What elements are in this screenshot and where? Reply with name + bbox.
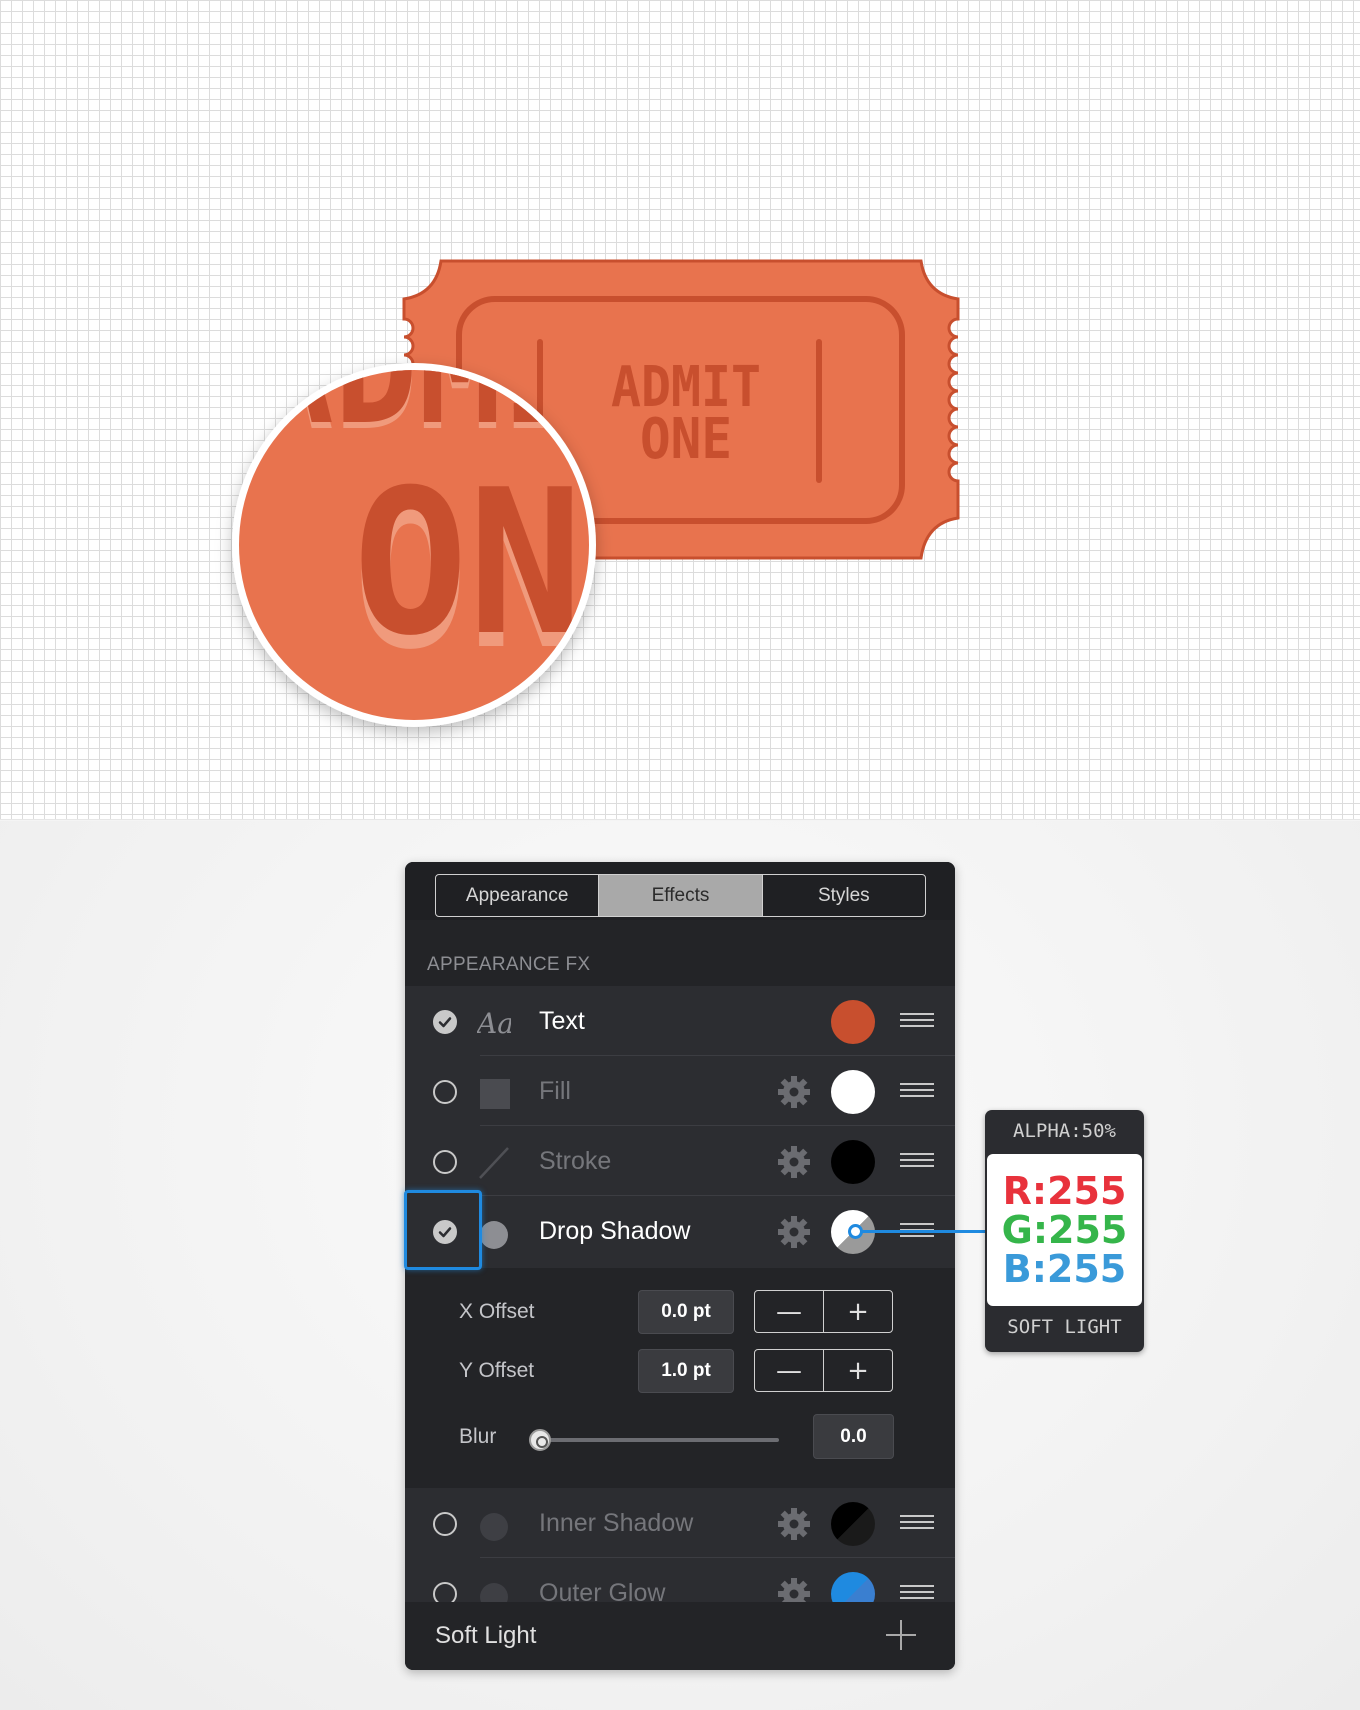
appearance-panel: Appearance Effects Styles APPEARANCE FX … xyxy=(405,862,955,1670)
drag-handle-icon[interactable] xyxy=(900,1083,934,1099)
tab-appearance[interactable]: Appearance xyxy=(436,875,600,916)
section-title: APPEARANCE FX xyxy=(427,954,591,975)
stroke-line-icon xyxy=(479,1147,509,1179)
callout-red-value: R:255 xyxy=(1002,1169,1127,1213)
tab-segmented-control: Appearance Effects Styles xyxy=(435,874,926,917)
shadow-settings: X Offset 0.0 pt — + Y Offset 1.0 pt — + … xyxy=(405,1268,955,1488)
fill-color-swatch[interactable] xyxy=(831,1070,875,1114)
text-aa-icon: Aa xyxy=(477,1007,511,1040)
tab-styles[interactable]: Styles xyxy=(763,875,925,916)
fx-row-inner-shadow[interactable]: Inner Shadow xyxy=(405,1488,955,1558)
svg-text:Aa: Aa xyxy=(477,1007,511,1040)
drag-handle-icon[interactable] xyxy=(900,1585,934,1601)
fx-row-fill[interactable]: Fill xyxy=(405,1056,955,1126)
drag-handle-icon[interactable] xyxy=(900,1515,934,1531)
stroke-checkbox[interactable] xyxy=(433,1150,457,1174)
inner-shadow-color-swatch[interactable] xyxy=(831,1502,875,1546)
callout-anchor-dot xyxy=(848,1224,863,1239)
tab-strip: Appearance Effects Styles xyxy=(405,862,955,920)
ticket-line-2: ONE xyxy=(640,407,732,472)
inner-shadow-checkbox[interactable] xyxy=(433,1512,457,1536)
callout-connector xyxy=(854,1230,986,1233)
fill-checkbox[interactable] xyxy=(433,1080,457,1104)
gear-icon[interactable] xyxy=(777,1507,811,1541)
blur-slider-knob[interactable] xyxy=(529,1429,551,1451)
callout-alpha: ALPHA:50% xyxy=(1013,1120,1116,1142)
text-color-swatch[interactable] xyxy=(831,1000,875,1044)
x-offset-decrement-button[interactable]: — xyxy=(755,1291,824,1332)
callout-green-value: G:255 xyxy=(1001,1208,1128,1252)
x-offset-label: X Offset xyxy=(459,1300,535,1323)
y-offset-stepper: — + xyxy=(754,1349,893,1392)
circle-shadow-icon xyxy=(480,1221,508,1249)
y-offset-decrement-button[interactable]: — xyxy=(755,1350,824,1391)
circle-shadow-icon xyxy=(480,1513,508,1541)
fx-label-fill: Fill xyxy=(539,1077,571,1105)
add-effect-icon[interactable] xyxy=(884,1618,918,1652)
y-offset-increment-button[interactable]: + xyxy=(824,1350,892,1391)
fx-label-stroke: Stroke xyxy=(539,1147,612,1175)
blur-slider-track[interactable] xyxy=(539,1438,779,1442)
ticket-artwork: ADMIT ONE ADMIT ADMIT ON ON xyxy=(232,259,960,727)
fx-row-stroke[interactable]: Stroke xyxy=(405,1126,955,1196)
blend-mode-label[interactable]: Soft Light xyxy=(435,1622,536,1650)
magnified-line-2: ON xyxy=(353,447,583,680)
x-offset-stepper: — + xyxy=(754,1290,893,1333)
drag-handle-icon[interactable] xyxy=(900,1013,934,1029)
x-offset-field[interactable]: 0.0 pt xyxy=(638,1290,734,1334)
fx-label-inner-shadow: Inner Shadow xyxy=(539,1509,694,1537)
square-fill-icon xyxy=(480,1079,510,1109)
blur-field[interactable]: 0.0 xyxy=(813,1414,894,1459)
text-checkbox[interactable] xyxy=(433,1010,457,1034)
y-offset-field[interactable]: 1.0 pt xyxy=(638,1349,734,1393)
fx-label-text: Text xyxy=(539,1007,585,1035)
color-callout: ALPHA:50% R:255 G:255 B:255 SOFT LIGHT xyxy=(985,1110,1144,1352)
drag-handle-icon[interactable] xyxy=(900,1153,934,1169)
tab-effects[interactable]: Effects xyxy=(599,875,763,916)
callout-blue-value: B:255 xyxy=(1002,1247,1127,1291)
blur-label: Blur xyxy=(459,1425,497,1448)
gear-icon[interactable] xyxy=(777,1075,811,1109)
fx-row-text[interactable]: Aa Text xyxy=(405,986,955,1056)
fx-label-drop-shadow: Drop Shadow xyxy=(539,1217,691,1245)
x-offset-increment-button[interactable]: + xyxy=(824,1291,892,1332)
y-offset-label: Y Offset xyxy=(459,1359,535,1382)
gear-icon[interactable] xyxy=(777,1145,811,1179)
panel-footer: Soft Light xyxy=(405,1602,955,1670)
design-canvas[interactable]: ADMIT ONE ADMIT ADMIT ON ON xyxy=(0,0,1360,820)
gear-icon[interactable] xyxy=(777,1215,811,1249)
stroke-color-swatch[interactable] xyxy=(831,1140,875,1184)
callout-rgb-card: R:255 G:255 B:255 xyxy=(987,1154,1142,1306)
callout-blend-mode: SOFT LIGHT xyxy=(1007,1316,1122,1338)
checkbox-focus-highlight xyxy=(404,1190,482,1270)
